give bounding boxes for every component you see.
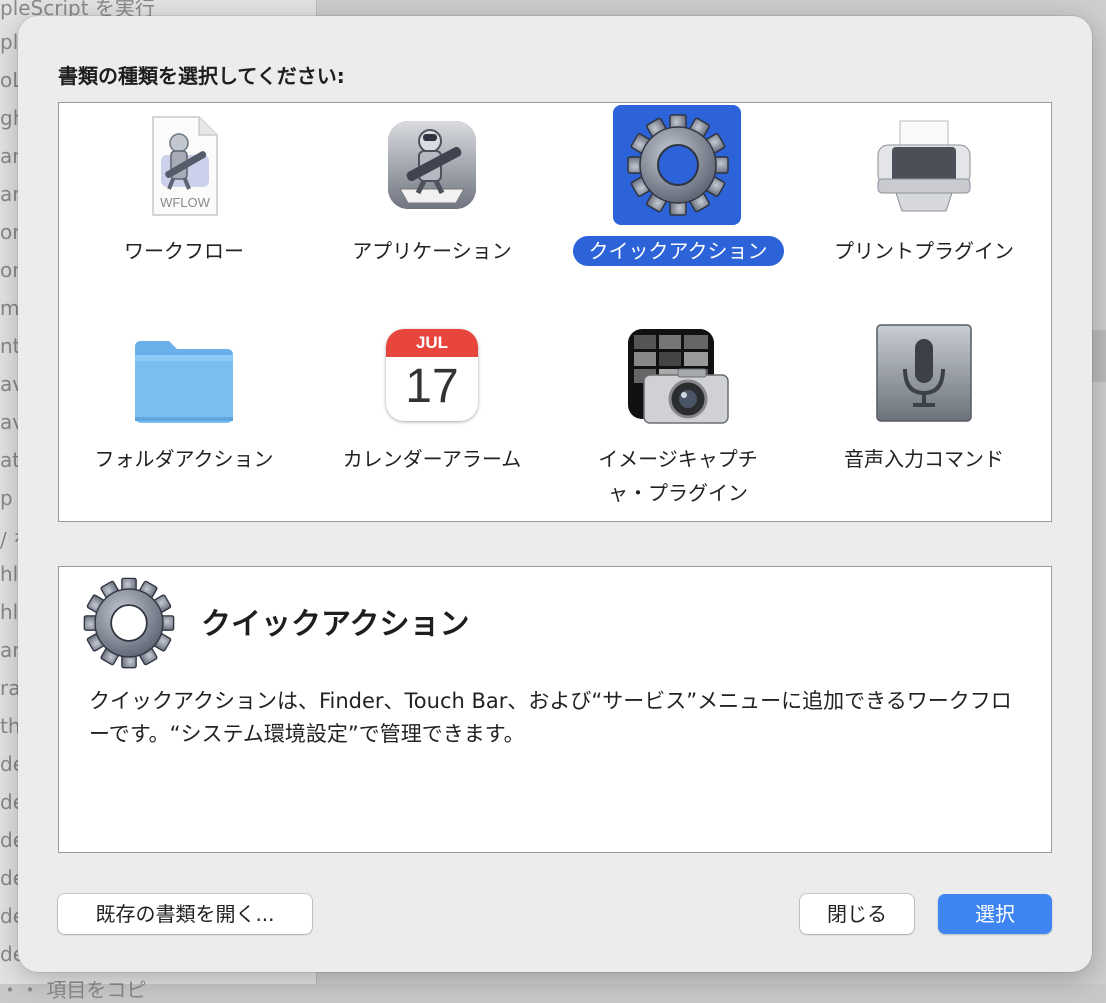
bg-text-fragment: hl <box>0 562 19 586</box>
description-title: クイックアクション <box>201 607 470 642</box>
gear-icon <box>622 109 734 221</box>
type-tile-print-plugin[interactable]: プリントプラグイン <box>801 103 1047 303</box>
calendar-month: JUL <box>386 329 478 357</box>
description-body: クイックアクションは、Finder、Touch Bar、および“サービス”メニュ… <box>89 689 1012 746</box>
workflow-document-icon: WFLOW <box>139 115 229 219</box>
type-tile-application[interactable]: アプリケーション <box>309 103 555 303</box>
type-label: フォルダアクション <box>94 447 274 471</box>
folder-icon <box>131 337 237 429</box>
type-tile-quick-action[interactable]: クイックアクション <box>555 103 801 303</box>
gear-icon <box>79 573 179 673</box>
microphone-icon <box>875 323 973 423</box>
document-type-sheet: 書類の種類を選択してください: WFLOW ワークフロー アプリケーション クイ… <box>18 16 1092 972</box>
sheet-prompt: 書類の種類を選択してください: <box>58 64 345 88</box>
type-tile-image-capture-plugin[interactable]: イメージキャプチ ャ・プラグイン <box>555 313 801 513</box>
bg-text-fragment: hl <box>0 600 19 624</box>
wflow-badge: WFLOW <box>160 195 211 210</box>
type-label: クイックアクション <box>555 235 801 267</box>
type-label: ワークフロー <box>124 239 244 263</box>
type-tile-folder-action[interactable]: フォルダアクション <box>61 313 307 513</box>
type-tile-calendar-alarm[interactable]: JUL 17 カレンダーアラーム <box>309 313 555 513</box>
bg-text-fragment: p <box>0 486 13 510</box>
calendar-day: 17 <box>405 360 459 413</box>
type-tile-dictation-command[interactable]: 音声入力コマンド <box>801 313 1047 513</box>
document-type-grid: WFLOW ワークフロー アプリケーション クイックアクション プリントプラグイ… <box>58 102 1052 522</box>
type-label: イメージキャプチ <box>598 447 758 471</box>
printer-icon <box>874 119 974 215</box>
close-button[interactable]: 閉じる <box>800 894 914 934</box>
open-existing-document-button[interactable]: 既存の書類を開く... <box>58 894 312 934</box>
bg-text-fragment: ・・ 項目をコピ <box>0 978 147 1002</box>
type-label-line2: ャ・プラグイン <box>608 481 748 505</box>
type-label: カレンダーアラーム <box>342 447 522 471</box>
choose-button[interactable]: 選択 <box>938 894 1052 934</box>
type-label: アプリケーション <box>352 239 512 263</box>
type-label: 音声入力コマンド <box>844 447 1004 471</box>
calendar-icon: JUL 17 <box>386 329 478 421</box>
image-capture-icon <box>626 327 730 425</box>
type-tile-workflow[interactable]: WFLOW ワークフロー <box>61 103 307 303</box>
description-panel: クイックアクション クイックアクションは、Finder、Touch Bar、およ… <box>58 566 1052 853</box>
type-label: プリントプラグイン <box>834 239 1014 263</box>
automator-app-icon <box>386 119 478 211</box>
background-split-handle <box>1092 330 1106 382</box>
